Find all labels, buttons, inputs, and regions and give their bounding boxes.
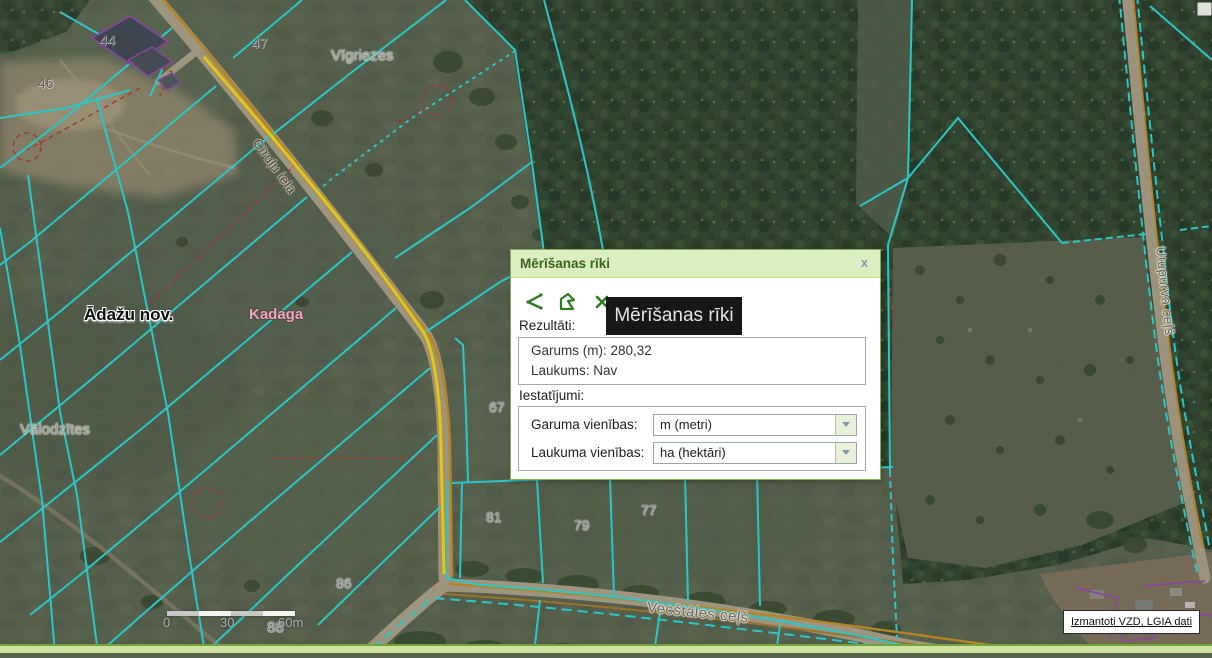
- area-units-select[interactable]: ha (hektāri): [653, 442, 857, 464]
- settings-box: Garuma vienības: m (metri) Laukuma vienī…: [518, 406, 866, 471]
- dialog-title: Mērīšanas rīki: [511, 256, 610, 271]
- chevron-down-icon: [842, 422, 850, 431]
- length-units-value: m (metri): [654, 415, 835, 435]
- close-icon[interactable]: x: [861, 255, 868, 270]
- dropdown-button[interactable]: [835, 443, 856, 463]
- measure-distance-icon[interactable]: [522, 290, 545, 313]
- area-units-value: ha (hektāri): [654, 443, 835, 463]
- settings-heading: Iestatījumi:: [519, 388, 584, 403]
- attribution-link[interactable]: Izmantoti VZD, LGIA dati: [1063, 610, 1200, 634]
- tooltip: Mērīšanas rīki: [606, 297, 742, 335]
- area-units-row: Laukuma vienības: ha (hektāri): [519, 442, 865, 463]
- results-heading: Rezultāti:: [519, 318, 575, 333]
- area-result: Laukums: Nav: [519, 361, 865, 381]
- length-units-select[interactable]: m (metri): [653, 414, 857, 436]
- map-control-partial-icon[interactable]: [1197, 2, 1212, 16]
- dropdown-button[interactable]: [835, 415, 856, 435]
- attribution-text: Izmantoti VZD, LGIA dati: [1071, 616, 1192, 628]
- chevron-down-icon: [842, 450, 850, 459]
- scale-bar: [167, 611, 295, 616]
- area-units-label: Laukuma vienības:: [531, 445, 653, 460]
- measurement-tools-dialog: Mērīšanas rīki x Rezultāti: Garums (m): …: [510, 249, 881, 480]
- results-box: Garums (m): 280,32 Laukums: Nav: [518, 337, 866, 385]
- measure-area-icon[interactable]: [556, 290, 579, 313]
- length-units-row: Garuma vienības: m (metri): [519, 414, 865, 435]
- length-result: Garums (m): 280,32: [519, 341, 865, 361]
- measure-toolbar: [522, 290, 613, 313]
- dialog-header[interactable]: Mērīšanas rīki: [511, 250, 880, 278]
- bottom-toolbar-edge: [0, 644, 1212, 653]
- length-units-label: Garuma vienības:: [531, 417, 653, 432]
